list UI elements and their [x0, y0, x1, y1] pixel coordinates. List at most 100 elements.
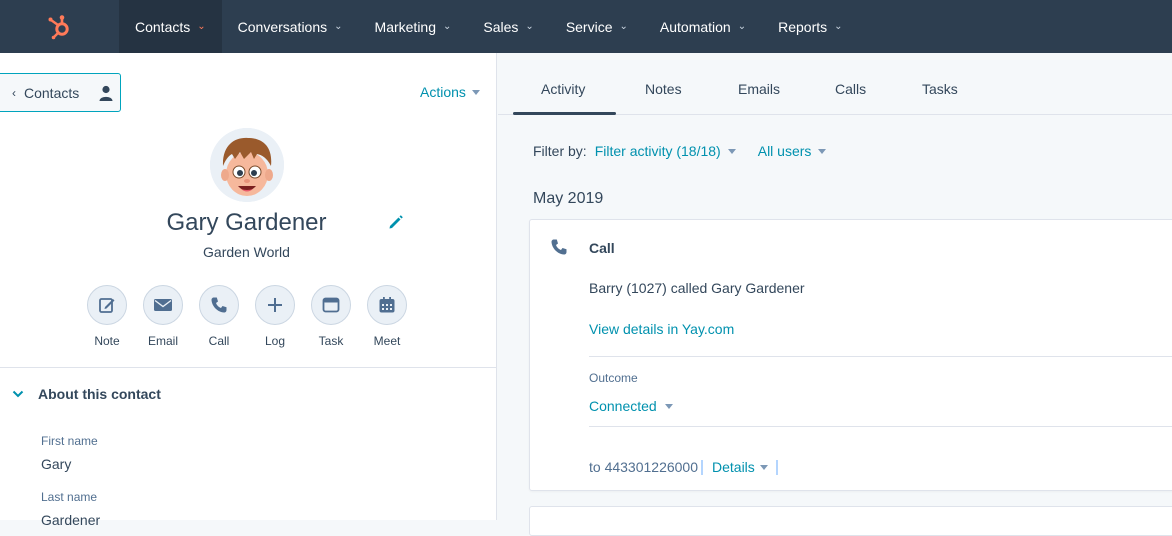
task-icon	[322, 297, 340, 313]
caret-down-icon	[664, 403, 673, 409]
chevron-down-icon: ⌄	[525, 21, 534, 32]
quick-action-email[interactable]: Email	[135, 285, 191, 348]
meet-button[interactable]	[367, 285, 407, 325]
tab-calls[interactable]: Calls	[835, 81, 866, 97]
contact-name: Gary Gardener	[166, 209, 327, 236]
nav-contacts[interactable]: Contacts ⌄	[119, 0, 222, 53]
tab-notes[interactable]: Notes	[645, 81, 682, 97]
outcome-dropdown[interactable]: Connected	[589, 398, 673, 414]
first-name-label: First name	[41, 434, 98, 448]
activity-pane: Activity Notes Emails Calls Tasks Filter…	[498, 53, 1172, 536]
quick-action-meet[interactable]: Meet	[359, 285, 415, 348]
call-description: Barry (1027) called Gary Gardener	[589, 280, 805, 296]
next-activity-card	[529, 506, 1172, 536]
chevron-down-icon: ⌄	[619, 21, 628, 32]
first-name-value[interactable]: Gary	[41, 456, 71, 472]
chevron-down-icon: ⌄	[334, 21, 343, 32]
top-navigation: Contacts ⌄ Conversations ⌄ Marketing ⌄ S…	[0, 0, 1172, 53]
hubspot-logo[interactable]	[0, 0, 119, 53]
quick-action-log[interactable]: Log	[247, 285, 303, 348]
view-details-link[interactable]: View details in Yay.com	[589, 321, 734, 337]
nav-reports[interactable]: Reports ⌄	[762, 0, 858, 53]
divider	[0, 367, 496, 368]
about-section-toggle[interactable]: About this contact	[12, 386, 161, 402]
nav-label: Marketing	[374, 18, 436, 35]
text-selection-marker	[775, 459, 778, 475]
call-label: Call	[208, 334, 230, 348]
caret-down-icon	[818, 148, 827, 154]
call-icon	[211, 297, 227, 313]
nav-label: Sales	[483, 18, 519, 35]
email-button[interactable]	[143, 285, 183, 325]
active-tab-indicator	[513, 112, 616, 115]
quick-action-note[interactable]: Note	[79, 285, 135, 348]
nav-label: Conversations	[237, 18, 328, 35]
chevron-down-icon: ⌄	[737, 21, 747, 32]
nav-label: Reports	[778, 18, 828, 35]
task-button[interactable]	[311, 285, 351, 325]
last-name-value[interactable]: Gardener	[41, 512, 100, 528]
tabs-bar: Activity Notes Emails Calls Tasks	[498, 53, 1172, 115]
all-users-label: All users	[757, 143, 812, 159]
chevron-down-icon	[12, 390, 24, 398]
note-label: Note	[94, 334, 120, 348]
quick-action-task[interactable]: Task	[303, 285, 359, 348]
about-title: About this contact	[38, 386, 161, 402]
tab-activity[interactable]: Activity	[541, 81, 585, 97]
chevron-down-icon: ⌄	[834, 21, 843, 32]
nav-label: Service	[565, 18, 613, 35]
plus-icon	[268, 298, 282, 312]
filter-activity-dropdown[interactable]: Filter activity (18/18)	[595, 143, 736, 159]
nav-automation[interactable]: Automation ⌄	[644, 0, 762, 53]
task-label: Task	[318, 334, 344, 348]
email-label: Email	[147, 334, 178, 348]
divider	[589, 356, 1172, 357]
tab-tasks[interactable]: Tasks	[922, 81, 958, 97]
chevron-down-icon: ⌄	[443, 21, 452, 32]
filter-by-label: Filter by:	[533, 143, 587, 159]
cartoon-face-icon	[210, 128, 284, 202]
tab-emails[interactable]: Emails	[738, 81, 780, 97]
log-label: Log	[264, 334, 286, 348]
log-button[interactable]	[255, 285, 295, 325]
call-activity-card: Call Barry (1027) called Gary Gardener V…	[529, 219, 1172, 491]
last-name-label: Last name	[41, 490, 98, 504]
hubspot-sprocket-icon	[48, 14, 69, 39]
caret-down-icon	[759, 464, 768, 470]
nav-sales[interactable]: Sales ⌄	[467, 0, 549, 53]
outcome-label: Outcome	[589, 371, 638, 385]
filter-bar: Filter by: Filter activity (18/18) All u…	[533, 143, 827, 159]
note-icon	[99, 298, 115, 313]
caret-down-icon	[727, 148, 736, 154]
divider	[589, 426, 1172, 427]
note-button[interactable]	[87, 285, 127, 325]
phone-icon	[551, 239, 567, 255]
meet-label: Meet	[373, 334, 401, 348]
back-to-contacts-button[interactable]: ‹ Contacts	[0, 73, 121, 112]
nav-conversations[interactable]: Conversations ⌄	[222, 0, 359, 53]
chevron-down-icon: ⌄	[197, 21, 206, 32]
details-dropdown[interactable]: Details	[712, 459, 781, 475]
filter-activity-label: Filter activity (18/18)	[594, 143, 721, 159]
chevron-left-icon: ‹	[12, 85, 16, 100]
person-icon	[99, 85, 113, 101]
outcome-value: Connected	[589, 398, 657, 414]
call-recipient-line: to 443301226000 Details	[589, 459, 781, 475]
edit-pencil-icon[interactable]	[388, 214, 404, 230]
caret-down-icon	[471, 89, 480, 95]
calendar-icon	[379, 297, 395, 313]
call-to-number: to 443301226000	[589, 459, 698, 475]
nav-label: Automation	[659, 18, 731, 35]
avatar[interactable]	[210, 128, 284, 202]
contact-sidebar: ‹ Contacts Actions Gary Gardener Garden …	[0, 53, 497, 528]
actions-label: Actions	[420, 84, 466, 100]
actions-dropdown[interactable]: Actions	[420, 84, 480, 100]
quick-action-call[interactable]: Call	[191, 285, 247, 348]
company-name: Garden World	[203, 244, 290, 260]
all-users-dropdown[interactable]: All users	[758, 143, 827, 159]
email-icon	[154, 299, 172, 311]
nav-service[interactable]: Service ⌄	[550, 0, 644, 53]
nav-marketing[interactable]: Marketing ⌄	[359, 0, 468, 53]
text-selection-marker	[701, 459, 703, 475]
call-button[interactable]	[199, 285, 239, 325]
